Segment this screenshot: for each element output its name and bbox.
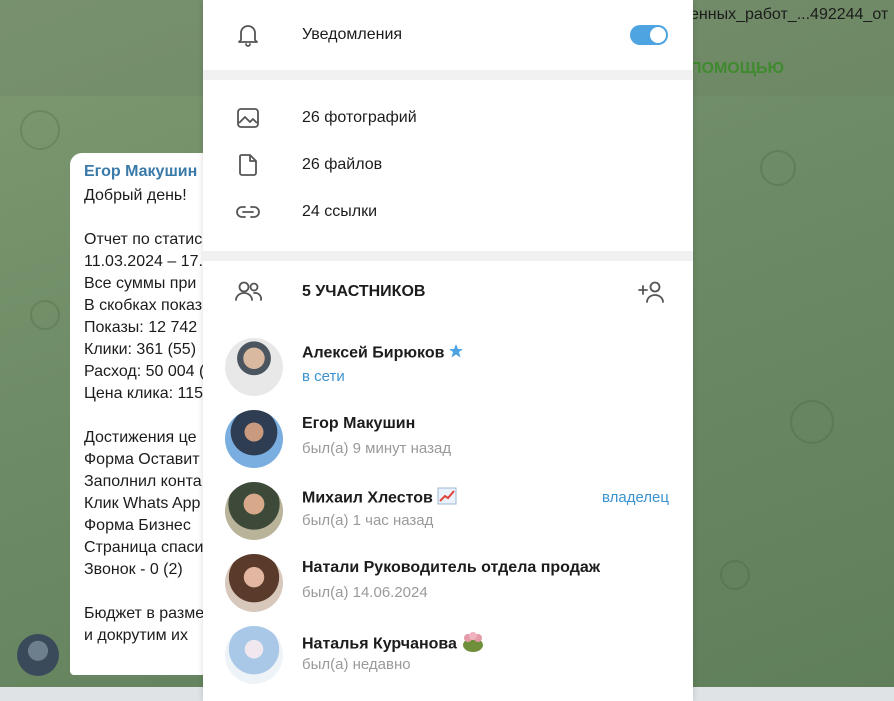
member-name-text: Егор Макушин [302, 415, 416, 432]
message-line: Все суммы при [84, 275, 197, 292]
member-avatar[interactable] [225, 410, 283, 468]
member-avatar[interactable] [225, 482, 283, 540]
member-row[interactable]: Натали Руководитель отдела продаж был(а) … [203, 549, 693, 621]
files-count: 26 файлов [302, 156, 383, 173]
member-row[interactable]: Наталья Курчанова был(а) недавно [203, 621, 693, 693]
bell-icon [233, 20, 263, 50]
message-line: Клик Whats App [84, 495, 201, 512]
message-line: Форма Оставит [84, 451, 200, 468]
member-row[interactable]: Михаил Хлестов был(а) 1 час назад владелец [203, 477, 693, 549]
doodle [760, 150, 796, 186]
notifications-label: Уведомления [302, 26, 403, 43]
message-line: Показы: 12 742 [84, 319, 198, 336]
members-count-title: 5 УЧАСТНИКОВ [302, 283, 426, 300]
message-line: Заполнил конта [84, 473, 202, 490]
member-status: был(а) недавно [302, 656, 411, 673]
link-icon [233, 197, 263, 227]
doodle [790, 400, 834, 444]
message-line [84, 207, 216, 229]
frog-badge-icon [461, 631, 485, 658]
member-status: был(а) 14.06.2024 [302, 584, 428, 601]
doodle [20, 110, 60, 150]
media-row-files[interactable]: 26 файлов [203, 143, 693, 187]
message-line: Клики: 361 (55) [84, 341, 197, 358]
add-member-icon[interactable] [637, 279, 667, 310]
member-status: в сети [302, 368, 345, 385]
message-line [84, 405, 216, 427]
member-avatar[interactable] [225, 338, 283, 396]
member-status: был(а) 1 час назад [302, 512, 434, 529]
message-line: Добрый день! [84, 187, 187, 204]
members-section: 5 УЧАСТНИКОВ Алексей Бирюков в сети Егор М… [203, 261, 693, 701]
member-name-text: Натали Руководитель отдела продаж [302, 559, 601, 576]
message-line: Расход: 50 004 ( [84, 363, 205, 380]
member-role: владелец [601, 489, 669, 506]
member-name: Наталья Курчанова [302, 631, 485, 658]
notifications-section: Уведомления [203, 0, 693, 70]
message-line: Достижения це [84, 429, 197, 446]
message-line: Цена клика: 115 [84, 385, 204, 402]
message-line: Бюджет в разме [84, 605, 205, 622]
message-line: Отчет по статис [84, 231, 203, 248]
member-name-text: Алексей Бирюков [302, 344, 445, 362]
message-author[interactable]: Егор Макушин [84, 163, 216, 181]
doodle [30, 300, 60, 330]
member-name-text: Михаил Хлестов [302, 489, 433, 507]
media-row-links[interactable]: 24 ссылки [203, 190, 693, 234]
message-line [84, 581, 216, 603]
member-row[interactable]: Егор Макушин был(а) 9 минут назад [203, 405, 693, 477]
help-button[interactable]: ПОМОЩЬЮ [690, 60, 784, 78]
message-line: Страница спаси [84, 539, 204, 556]
member-name: Егор Макушин [302, 415, 415, 433]
group-info-panel: Уведомления 26 фотографий 26 файлов 24 с… [203, 0, 693, 701]
member-avatar[interactable] [225, 554, 283, 612]
member-avatar[interactable] [225, 626, 283, 684]
message-line: 11.03.2024 – 17. [84, 253, 203, 270]
chart-badge-icon [437, 487, 457, 510]
links-count: 24 ссылки [302, 203, 378, 220]
member-name: Алексей Бирюков [302, 343, 464, 364]
avatar[interactable] [17, 634, 59, 676]
doodle [720, 560, 750, 590]
member-name: Натали Руководитель отдела продаж [302, 559, 600, 577]
star-badge-icon [448, 343, 464, 364]
photos-count: 26 фотографий [302, 109, 417, 126]
message-line: и докрутим их [84, 627, 188, 644]
message-line: Звонок - 0 (2) [84, 561, 183, 578]
media-row-photos[interactable]: 26 фотографий [203, 96, 693, 140]
notifications-row[interactable]: Уведомления [203, 13, 693, 57]
members-icon [233, 278, 263, 309]
message-line: Форма Бизнес [84, 517, 191, 534]
member-name: Михаил Хлестов [302, 487, 457, 510]
member-row[interactable]: Алексей Бирюков в сети [203, 333, 693, 405]
member-name-text: Наталья Курчанова [302, 635, 457, 653]
message-line: В скобках показ [84, 297, 203, 314]
toggle-knob [650, 27, 666, 43]
file-icon [233, 150, 263, 180]
member-status: был(а) 9 минут назад [302, 440, 452, 457]
notifications-toggle[interactable] [630, 25, 668, 45]
photo-icon [233, 103, 263, 133]
message-text: Добрый день! Отчет по статис 11.03.2024 – … [84, 185, 216, 647]
media-section: 26 фотографий 26 файлов 24 ссылки [203, 80, 693, 251]
pinned-file-name[interactable]: енных_работ_...492244_от [690, 6, 888, 24]
